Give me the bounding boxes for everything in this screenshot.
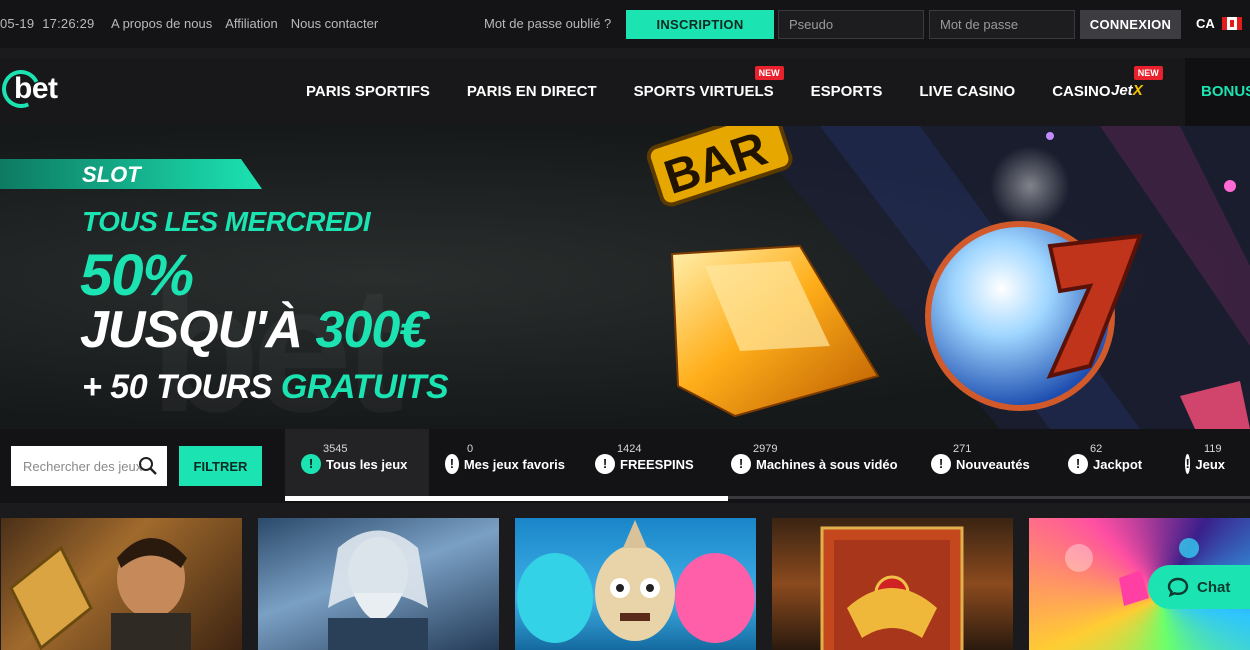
promo-banner[interactable]: bet SLOT TOUS LES MERCREDI 50% JUSQU'À 3… (0, 126, 1250, 429)
jetx-label-b: X (1132, 82, 1143, 99)
category-label: Mes jeux favoris (463, 456, 565, 472)
game-tile[interactable] (1, 518, 242, 650)
chat-bubble-icon (1167, 577, 1189, 597)
banner-line-4b: GRATUITS (280, 368, 449, 406)
banner-line-4: + 50 TOURS GRATUITS (82, 368, 449, 407)
nav-item-label: LIVE CASINO (919, 83, 1016, 100)
tab-games[interactable]: 119 ! Jeux (1169, 429, 1239, 499)
banner-line-4a: + 50 TOURS (82, 368, 272, 406)
banner-line-3a: JUSQU'À (80, 301, 303, 359)
exclamation-icon: ! (595, 454, 615, 474)
nav-item-label: PARIS SPORTIFS (306, 83, 430, 100)
game-thumbnail (9, 538, 191, 650)
tab-new-games[interactable]: 271 ! Nouveautés (915, 429, 1052, 499)
language-code: CA (1196, 16, 1215, 31)
category-count: 2979 (753, 443, 778, 455)
forgot-password-link[interactable]: Mot de passe oublié ? (484, 16, 611, 31)
banner-line-3: JUSQU'À 300€ (80, 300, 429, 360)
nav-item-paris-en-direct[interactable]: PARIS EN DIRECT (467, 83, 597, 100)
login-button[interactable]: CONNEXION (1080, 10, 1181, 39)
tab-video-slots[interactable]: 2979 ! Machines à sous vidéo (715, 429, 915, 499)
chat-button[interactable]: Chat (1148, 565, 1250, 609)
nav-item-label: CASINO (1052, 83, 1111, 100)
category-tabs: 3545 ! Tous les jeux 0 ! Mes jeux favori… (285, 429, 1239, 499)
exclamation-icon: ! (1068, 454, 1088, 474)
datetime: 05-19 17:26:29 (0, 16, 102, 31)
game-tile[interactable] (772, 518, 1013, 650)
game-thumbnail (517, 520, 755, 643)
link-affiliation[interactable]: Affiliation (225, 16, 278, 31)
bonus-label: BONUS (1201, 83, 1250, 100)
nav-item-live-casino[interactable]: LIVE CASINO (919, 83, 1015, 100)
exclamation-icon: ! (931, 454, 951, 474)
link-contact[interactable]: Nous contacter (291, 16, 378, 31)
category-count: 1424 (617, 443, 642, 455)
top-links: A propos de nous Affiliation Nous contac… (111, 16, 378, 31)
link-about[interactable]: A propos de nous (111, 16, 212, 31)
new-badge: NEW (1133, 66, 1163, 80)
tab-favorites[interactable]: 0 ! Mes jeux favoris (429, 429, 579, 499)
nav-item-label: ESPORTS (810, 83, 883, 100)
register-button[interactable]: INSCRIPTION (626, 10, 774, 39)
nav-item-casino[interactable]: CASINO (1052, 83, 1110, 100)
tab-jackpot[interactable]: 62 ! Jackpot (1052, 429, 1169, 499)
banner-line-2: 50% (80, 243, 194, 308)
language-selector[interactable]: CA (1196, 16, 1242, 31)
main-nav: bet PARIS SPORTIFS PARIS EN DIRECT SPORT… (0, 58, 1250, 126)
category-label: Nouveautés (956, 456, 1030, 472)
tabs-scrollbar-thumb[interactable] (285, 496, 728, 501)
exclamation-icon: ! (301, 454, 321, 474)
game-filter-bar: FILTRER 3545 ! Tous les jeux 0 ! Mes jeu… (0, 429, 1250, 503)
top-bar: 05-19 17:26:29 A propos de nous Affiliati… (0, 0, 1250, 48)
logo[interactable]: bet (0, 64, 58, 114)
category-label: Machines à sous vidéo (756, 456, 898, 472)
time: 17:26:29 (42, 16, 95, 31)
category-count: 119 (1204, 443, 1222, 455)
new-badge: NEW (754, 66, 784, 80)
category-label: FREESPINS (620, 456, 694, 472)
tab-all-games[interactable]: 3545 ! Tous les jeux (285, 429, 429, 499)
nav-item-paris-sportifs[interactable]: PARIS SPORTIFS (306, 83, 430, 100)
username-input[interactable] (778, 10, 924, 39)
exclamation-icon: ! (445, 454, 459, 474)
exclamation-icon: ! (1185, 454, 1191, 474)
nav-item-esports[interactable]: ESPORTS (811, 83, 883, 100)
category-count: 271 (953, 443, 972, 455)
banner-line-1: TOUS LES MERCREDI (82, 206, 371, 237)
category-label: Tous les jeux (326, 456, 408, 472)
category-count: 3545 (323, 443, 348, 455)
nav-item-bonus[interactable]: BONUS (1185, 58, 1250, 126)
category-count: 62 (1090, 443, 1103, 455)
slot-symbols-illustration: BAR (646, 126, 1250, 429)
date: 05-19 (0, 16, 35, 31)
nav-item-label: PARIS EN DIRECT (466, 83, 597, 100)
filter-button[interactable]: FILTRER (179, 446, 262, 486)
exclamation-icon: ! (731, 454, 751, 474)
game-tile[interactable] (258, 518, 499, 650)
nav-items: PARIS SPORTIFS PARIS EN DIRECT SPORTS VI… (306, 66, 1148, 100)
svg-text:BAR: BAR (658, 126, 773, 205)
game-tile[interactable] (515, 518, 756, 650)
nav-item-sports-virtuels[interactable]: SPORTS VIRTUELS NEW (633, 66, 784, 100)
category-count: 0 (467, 443, 474, 455)
password-input[interactable] (929, 10, 1075, 39)
nav-item-jetx[interactable]: JetX NEW (1111, 66, 1163, 99)
canada-flag-icon (1221, 17, 1242, 30)
tab-freespins[interactable]: 1424 ! FREESPINS (579, 429, 715, 499)
jetx-label-a: Jet (1111, 82, 1133, 99)
slot-tag: SLOT (0, 159, 262, 189)
game-thumbnail (328, 530, 428, 650)
search-icon[interactable] (138, 456, 158, 476)
category-label: Jeux (1195, 456, 1225, 472)
game-thumbnail (820, 526, 964, 650)
game-grid (0, 518, 1250, 650)
category-label: Jackpot (1093, 456, 1143, 472)
slot-tag-label: SLOT (82, 162, 141, 187)
nav-item-label: SPORTS VIRTUELS (633, 83, 774, 100)
chat-label: Chat (1197, 578, 1231, 596)
banner-line-3b: 300€ (315, 301, 429, 359)
